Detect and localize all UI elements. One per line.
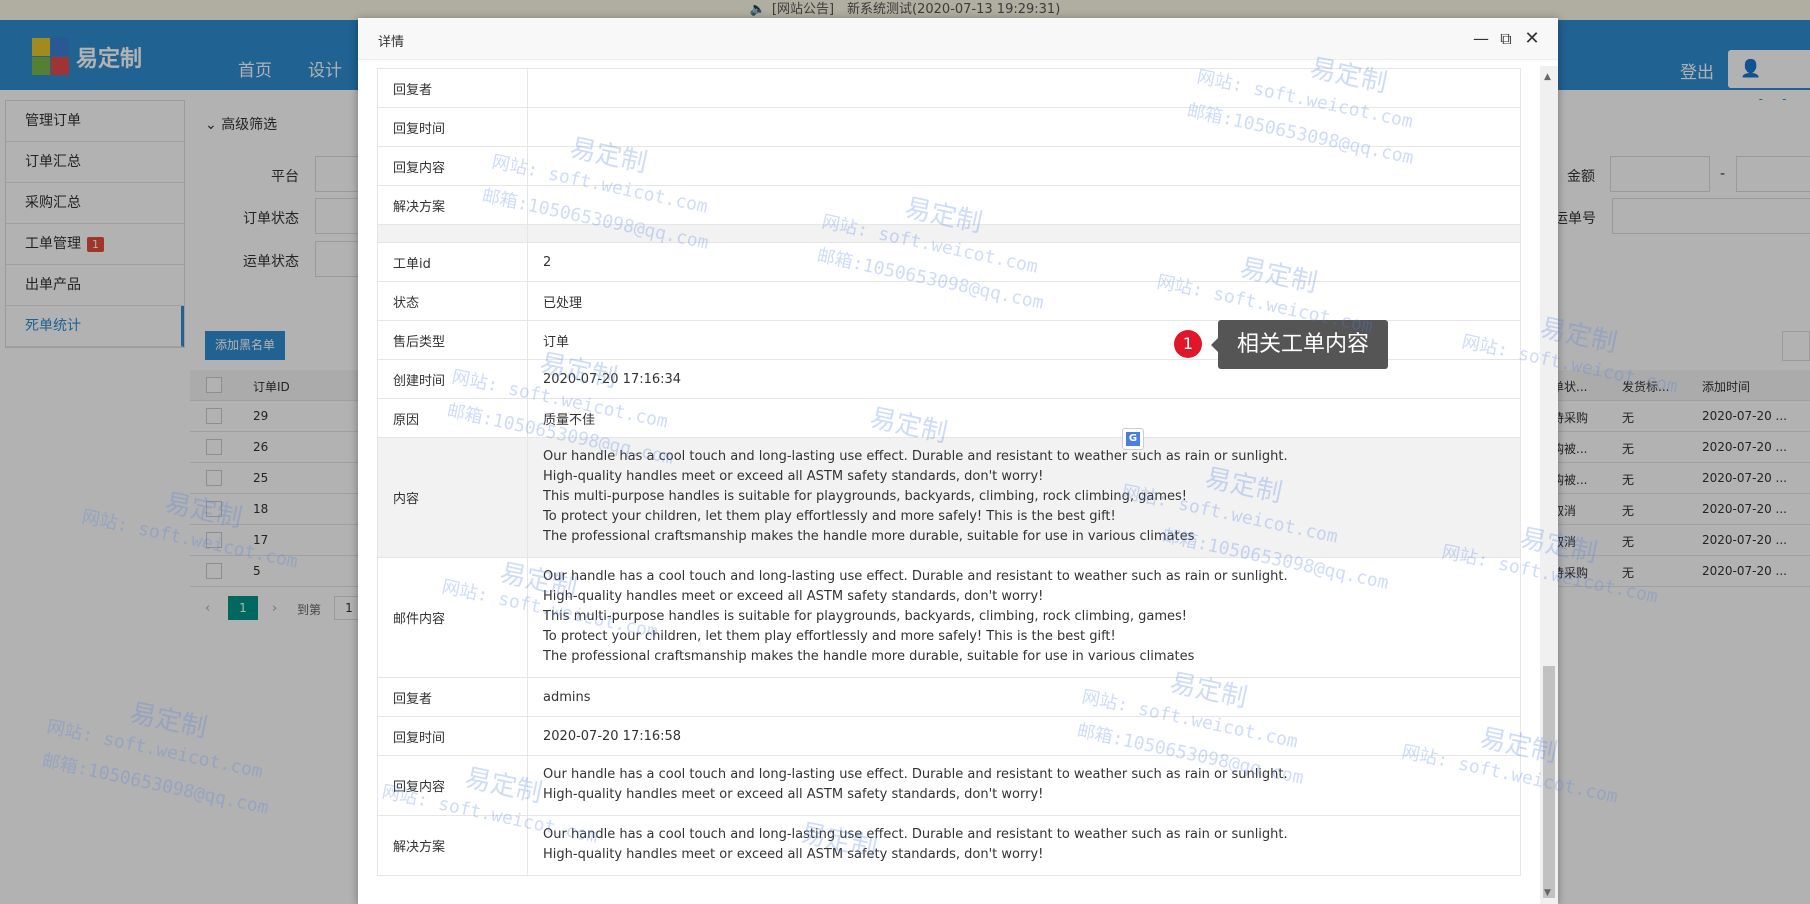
status-label: 状态 [377,281,528,321]
mail-line: This multi-purpose handles is suitable f… [543,609,1188,624]
scroll-down-icon[interactable]: ▼ [1544,888,1551,898]
modal-header: 详情 — ⧉ ✕ [358,18,1558,60]
translate-icon[interactable]: G [1122,428,1144,450]
reply-time-label: 回复时间 [377,716,528,756]
created-time-label: 创建时间 [377,359,528,399]
detail-table: 回复者 回复时间 回复内容 解决方案 工单id 2 状态 已处理 售后类型 订单 创建… [377,68,1521,876]
mail-line: High-quality handles meet or exceed all … [543,589,1044,604]
table-row: 邮件内容 Our handle has a cool touch and lon… [377,557,1521,678]
scroll-up-icon[interactable]: ▲ [1544,72,1551,82]
content-label: 内容 [377,437,528,558]
table-row: 状态 已处理 [377,281,1521,321]
content-line: The professional craftsmanship makes the… [543,529,1195,544]
field-value [527,185,1521,225]
mail-line: To protect your children, let them play … [543,629,1116,644]
modal-body: 回复者 回复时间 回复内容 解决方案 工单id 2 状态 已处理 售后类型 订单 创建… [358,66,1540,904]
field-label: 回复者 [377,68,528,108]
mail-content-label: 邮件内容 [377,557,528,678]
status-value: 已处理 [527,281,1521,321]
minimize-icon[interactable]: — [1472,30,1490,48]
tooltip-label: 相关工单内容 [1211,320,1388,369]
field-value [527,107,1521,147]
solution-line: Our handle has a cool touch and long-las… [543,827,1288,842]
ticket-id-label: 工单id [377,242,528,282]
mail-content-value: Our handle has a cool touch and long-las… [527,557,1521,678]
reply-line: Our handle has a cool touch and long-las… [543,767,1288,782]
close-icon[interactable]: ✕ [1523,30,1541,48]
solution-label: 解决方案 [377,815,528,876]
content-value: Our handle has a cool touch and long-las… [527,437,1521,558]
table-row: 回复者 [377,68,1521,108]
scrollbar-thumb[interactable] [1543,666,1555,898]
table-row: 回复内容 [377,146,1521,186]
field-value [527,146,1521,186]
table-row: 解决方案 Our handle has a cool touch and lon… [377,815,1521,876]
table-row: 回复时间 [377,107,1521,147]
replier-label: 回复者 [377,677,528,717]
mail-line: Our handle has a cool touch and long-las… [543,569,1288,584]
content-line: Our handle has a cool touch and long-las… [543,449,1288,464]
replier-value: admins [527,677,1521,717]
detail-modal: 详情 — ⧉ ✕ 回复者 回复时间 回复内容 解决方案 工单id 2 状态 已处理 … [358,18,1558,904]
modal-scrollbar[interactable]: ▲ ▼ [1540,66,1558,904]
reply-line: High-quality handles meet or exceed all … [543,787,1044,802]
field-label: 回复时间 [377,107,528,147]
content-line: This multi-purpose handles is suitable f… [543,489,1188,504]
modal-title: 详情 [378,35,405,50]
table-row: 原因 质量不佳 [377,398,1521,438]
field-label: 回复内容 [377,146,528,186]
section-divider [377,224,1521,243]
reason-label: 原因 [377,398,528,438]
reply-time-value: 2020-07-20 17:16:58 [527,716,1521,756]
reason-value: 质量不佳 [527,398,1521,438]
table-row: 回复内容 Our handle has a cool touch and lon… [377,755,1521,816]
table-row: 回复时间 2020-07-20 17:16:58 [377,716,1521,756]
field-label: 解决方案 [377,185,528,225]
tooltip-marker: 1 [1174,330,1202,358]
table-row: 工单id 2 [377,242,1521,282]
table-row: 内容 Our handle has a cool touch and long-… [377,437,1521,558]
table-row: 解决方案 [377,185,1521,225]
ticket-id-value: 2 [527,242,1521,282]
solution-value: Our handle has a cool touch and long-las… [527,815,1521,876]
mail-line: The professional craftsmanship makes the… [543,649,1195,664]
solution-line: High-quality handles meet or exceed all … [543,847,1044,862]
content-line: To protect your children, let them play … [543,509,1116,524]
field-value [527,68,1521,108]
after-sale-type-label: 售后类型 [377,320,528,360]
table-row: 回复者 admins [377,677,1521,717]
content-line: High-quality handles meet or exceed all … [543,469,1044,484]
reply-content-value: Our handle has a cool touch and long-las… [527,755,1521,816]
maximize-icon[interactable]: ⧉ [1497,30,1515,48]
reply-content-label: 回复内容 [377,755,528,816]
